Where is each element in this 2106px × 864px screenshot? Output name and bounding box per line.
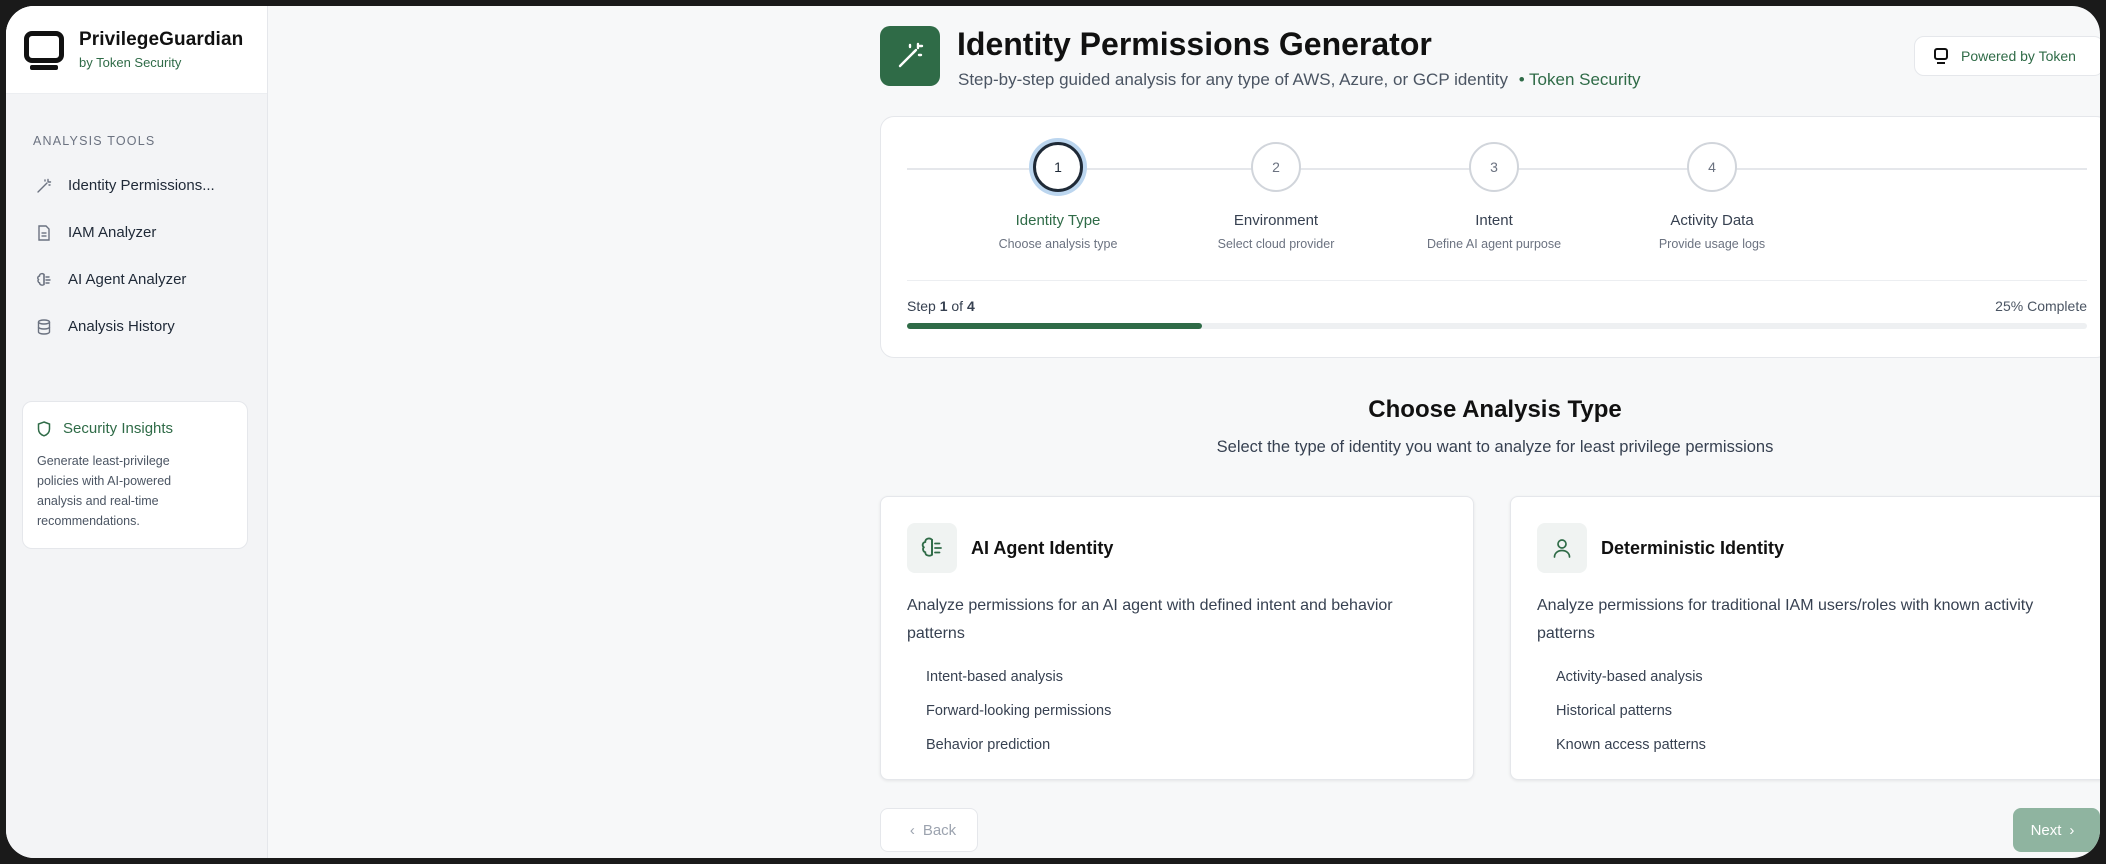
ai-agent-identity-card[interactable]: AI Agent Identity Analyze permissions fo…	[880, 496, 1474, 780]
feature-list: Intent-based analysis Forward-looking pe…	[926, 660, 1111, 762]
feature-item: Forward-looking permissions	[926, 703, 1112, 719]
step-number-circle: 2	[1251, 142, 1301, 192]
next-button-label: Next	[2030, 821, 2062, 839]
insights-title: Security Insights	[63, 420, 174, 437]
card-title: AI Agent Identity	[971, 538, 1114, 558]
back-button[interactable]: ‹ Back	[880, 808, 978, 852]
user-icon	[1537, 523, 1587, 573]
card-title: Deterministic Identity	[1601, 538, 1785, 558]
insights-description: Generate least-privilege policies with A…	[37, 454, 172, 528]
step-counter: Step 1 of 4	[907, 298, 975, 314]
chevron-right-icon: ›	[2069, 821, 2075, 839]
feature-item: Behavior prediction	[926, 737, 1051, 753]
page-subtitle-accent: • Token Security	[1518, 70, 1641, 89]
brain-icon	[35, 271, 53, 289]
feature-item: Historical patterns	[1556, 703, 1673, 719]
brain-icon	[907, 523, 957, 573]
deterministic-identity-card[interactable]: Deterministic Identity Analyze permissio…	[1510, 496, 2100, 780]
section-label: ANALYSIS TOOLS	[33, 134, 156, 148]
sidebar-item-label: IAM Analyzer	[68, 224, 157, 241]
database-icon	[35, 318, 53, 336]
feature-item: Intent-based analysis	[926, 669, 1064, 685]
wand-icon	[35, 177, 53, 195]
monitor-logo-icon	[22, 27, 66, 73]
page-subtitle-text: Step-by-step guided analysis for any typ…	[958, 70, 1508, 89]
sidebar-item-label: Analysis History	[68, 318, 175, 335]
section-subtitle: Select the type of identity you want to …	[1216, 438, 1774, 456]
sidebar-item-iam-analyzer[interactable]: IAM Analyzer	[6, 209, 267, 256]
step-number-circle: 3	[1469, 142, 1519, 192]
step-number-circle: 4	[1687, 142, 1737, 192]
monitor-icon	[1933, 47, 1951, 65]
step-intent[interactable]: 3 Intent Define AI agent purpose	[1384, 142, 1604, 251]
feature-list: Activity-based analysis Historical patte…	[1556, 660, 1706, 762]
step-label: Activity Data	[1670, 212, 1754, 229]
step-description: Choose analysis type	[998, 237, 1118, 251]
brand-header[interactable]: PrivilegeGuardian by Token Security	[6, 6, 267, 94]
step-number-circle: 1	[1033, 142, 1083, 192]
brand-name: PrivilegeGuardian	[79, 29, 244, 50]
powered-by-badge[interactable]: Powered by Token	[1914, 36, 2100, 76]
card-description: Analyze permissions for traditional IAM …	[1537, 597, 2034, 642]
page-title: Identity Permissions Generator	[957, 26, 1432, 62]
divider	[907, 280, 2087, 281]
sidebar-item-label: Identity Permissions...	[68, 177, 215, 194]
sidebar-item-label: AI Agent Analyzer	[68, 271, 187, 288]
brand-subtitle: by Token Security	[79, 55, 182, 70]
sidebar: PrivilegeGuardian by Token Security ANAL…	[6, 6, 268, 858]
progress-bar-fill	[907, 323, 1202, 329]
wand-icon	[880, 26, 940, 86]
next-button[interactable]: Next ›	[2013, 808, 2100, 852]
step-description: Select cloud provider	[1217, 237, 1335, 251]
step-activity-data[interactable]: 4 Activity Data Provide usage logs	[1602, 142, 1822, 251]
app-window: PrivilegeGuardian by Token Security ANAL…	[6, 6, 2100, 858]
sidebar-item-ai-agent-analyzer[interactable]: AI Agent Analyzer	[6, 256, 267, 303]
document-icon	[35, 224, 53, 242]
shield-icon	[37, 420, 53, 437]
step-label: Environment	[1233, 212, 1319, 229]
step-label: Intent	[1475, 212, 1513, 229]
security-insights-panel: Security Insights Generate least-privile…	[22, 401, 248, 549]
sidebar-item-analysis-history[interactable]: Analysis History	[6, 303, 267, 350]
stepper-card: 1 Identity Type Choose analysis type 2 E…	[880, 116, 2100, 358]
back-button-label: Back	[922, 821, 957, 839]
step-environment[interactable]: 2 Environment Select cloud provider	[1166, 142, 1386, 251]
card-description: Analyze permissions for an AI agent with…	[907, 597, 1393, 642]
step-description: Define AI agent purpose	[1426, 237, 1562, 251]
step-label: Identity Type	[1015, 212, 1101, 229]
progress-bar	[907, 323, 2087, 329]
step-identity-type[interactable]: 1 Identity Type Choose analysis type	[948, 142, 1168, 251]
step-description: Provide usage logs	[1658, 237, 1766, 251]
powered-by-text: Powered by Token	[1961, 48, 2076, 64]
progress-percent: 25% Complete	[1995, 298, 2087, 314]
feature-item: Known access patterns	[1556, 737, 1706, 753]
chevron-left-icon: ‹	[909, 821, 915, 839]
sidebar-item-identity-permissions[interactable]: Identity Permissions...	[6, 162, 267, 209]
feature-item: Activity-based analysis	[1556, 669, 1703, 685]
page-subtitle: Step-by-step guided analysis for any typ…	[958, 70, 1641, 90]
section-title: Choose Analysis Type	[1368, 396, 1622, 423]
